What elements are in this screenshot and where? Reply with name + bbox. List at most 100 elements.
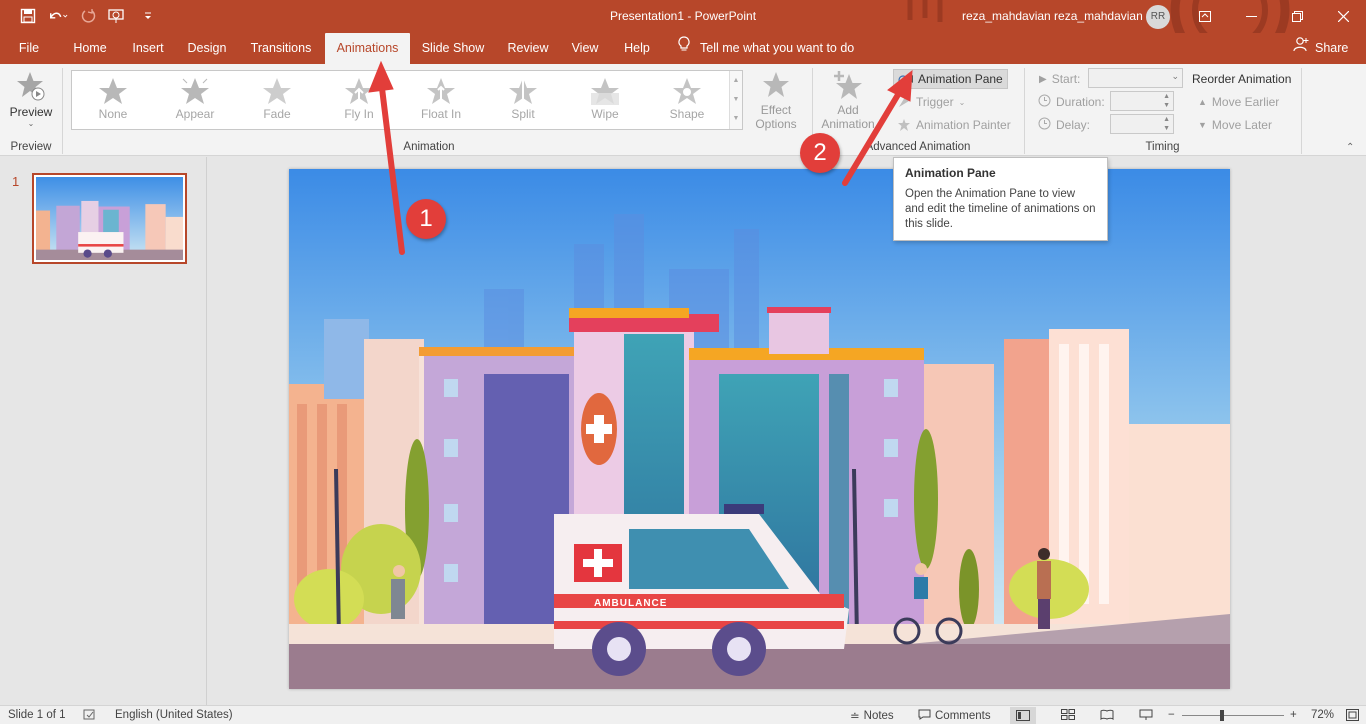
tab-file[interactable]: File (10, 33, 48, 64)
animation-appear[interactable]: Appear (155, 75, 235, 127)
animation-split[interactable]: Split (483, 75, 563, 127)
animation-fly-in[interactable]: Fly In (319, 75, 399, 127)
star-split-icon (483, 75, 563, 107)
tab-transitions[interactable]: Transitions (244, 33, 318, 64)
trigger-label: Trigger (916, 95, 954, 109)
tab-slide-show[interactable]: Slide Show (418, 33, 488, 64)
reading-view-icon[interactable] (1100, 709, 1114, 720)
tell-me-search[interactable]: Tell me what you want to do (678, 33, 854, 64)
gallery-scrollbar[interactable]: ▲ ▼ ▼ (729, 71, 742, 129)
animation-fade[interactable]: Fade (237, 75, 317, 127)
ribbon-tab-bar: File Home Insert Design Transitions Anim… (0, 33, 1366, 64)
animation-pane-icon (898, 75, 913, 85)
restore-icon[interactable] (1274, 0, 1320, 33)
duration-spinner[interactable]: ▲ ▼ (1110, 91, 1174, 111)
star-fade-icon (237, 75, 317, 107)
animation-wipe-label: Wipe (591, 107, 619, 121)
play-icon: ▶ (1039, 73, 1047, 85)
annotation-badge-1: 1 (406, 199, 446, 239)
collapse-ribbon-icon[interactable]: ⌃ (1346, 142, 1354, 153)
tab-animations[interactable]: Animations (325, 33, 410, 64)
effect-options-button[interactable]: Effect Options (747, 70, 805, 131)
scroll-down-icon[interactable]: ▼ (730, 90, 742, 109)
title-bar: Presentation1 - PowerPoint reza_mahdavia… (0, 0, 1366, 64)
language-indicator[interactable]: English (United States) (115, 709, 233, 721)
star-burst-icon (155, 75, 235, 107)
tab-design[interactable]: Design (180, 33, 234, 64)
move-earlier-button[interactable]: ▲ Move Earlier (1198, 92, 1279, 112)
avatar[interactable]: RR (1146, 5, 1170, 29)
comments-button[interactable]: Comments (918, 709, 991, 723)
zoom-slider[interactable] (1182, 715, 1284, 716)
group-label-timing: Timing (1145, 141, 1180, 153)
effect-options-label-1: Effect (760, 103, 792, 117)
fit-slide-icon[interactable] (1346, 709, 1359, 721)
group-label-animation: Animation (403, 141, 455, 153)
zoom-slider-thumb[interactable] (1220, 710, 1224, 721)
tab-home[interactable]: Home (64, 33, 116, 64)
trigger-icon (899, 97, 909, 107)
spinner-arrows-icon[interactable]: ▲ ▼ (1163, 92, 1170, 110)
effect-options-icon (763, 72, 789, 97)
close-icon[interactable] (1320, 0, 1366, 33)
animation-painter-button[interactable]: Animation Painter (897, 115, 1011, 135)
animation-fade-label: Fade (263, 107, 291, 121)
gallery-more-icon[interactable]: ▼ (730, 109, 742, 128)
ribbon-display-options-icon[interactable] (1182, 0, 1228, 33)
animation-shape-label: Shape (669, 107, 705, 121)
normal-view-icon[interactable] (1010, 707, 1036, 724)
slide-thumbnail[interactable] (32, 173, 187, 264)
share-label: Share (1315, 41, 1349, 55)
move-later-button[interactable]: ▼ Move Later (1198, 115, 1272, 135)
trigger-button[interactable]: Trigger ⌄ (897, 92, 965, 112)
person-add-icon (1293, 33, 1309, 64)
clock-icon (1038, 94, 1051, 110)
duration-label: Duration: (1056, 95, 1105, 109)
comments-label: Comments (935, 710, 991, 722)
slide-show-icon[interactable] (1139, 709, 1153, 721)
tab-help[interactable]: Help (616, 33, 658, 64)
animation-shape[interactable]: Shape (647, 75, 727, 127)
divider (62, 68, 63, 154)
animation-none[interactable]: None (73, 75, 153, 127)
notes-label: Notes (863, 710, 894, 722)
tab-view[interactable]: View (564, 33, 606, 64)
spell-check-icon[interactable] (83, 709, 97, 721)
zoom-in-button[interactable]: + (1290, 709, 1297, 721)
group-label-advanced: Advanced Animation (865, 141, 971, 153)
animation-float-in[interactable]: Float In (401, 75, 481, 127)
preview-button[interactable]: Preview ⌄ (6, 70, 56, 128)
scroll-up-icon[interactable]: ▲ (730, 71, 742, 90)
tab-review[interactable]: Review (502, 33, 554, 64)
slide-count: Slide 1 of 1 (8, 709, 66, 721)
chevron-down-icon: ⌄ (1171, 71, 1179, 81)
add-animation-button[interactable]: Add Animation (818, 70, 878, 131)
star-fly-in-icon (319, 75, 399, 107)
animation-split-label: Split (511, 107, 535, 121)
delay-spinner[interactable]: ▲ ▼ (1110, 114, 1174, 134)
animation-pane-label: Animation Pane (918, 72, 1003, 86)
duration-row: Duration: (1038, 92, 1105, 112)
zoom-level[interactable]: 72% (1311, 709, 1334, 721)
share-button[interactable]: Share (1293, 33, 1348, 64)
zoom-out-button[interactable]: − (1168, 709, 1175, 721)
slide-sorter-icon[interactable] (1061, 709, 1075, 720)
animation-wipe[interactable]: Wipe (565, 75, 645, 127)
preview-dropdown-icon: ⌄ (27, 119, 35, 128)
slide-canvas[interactable]: AMBULANCE (289, 169, 1230, 689)
star-float-in-icon (401, 75, 481, 107)
add-animation-icon (834, 71, 862, 99)
lightbulb-icon (678, 33, 690, 64)
ambulance-text: AMBULANCE (594, 598, 667, 609)
tab-insert[interactable]: Insert (122, 33, 174, 64)
animation-pane-button[interactable]: Animation Pane (893, 69, 1008, 89)
star-icon (73, 75, 153, 107)
tell-me-label: Tell me what you want to do (700, 41, 855, 55)
spinner-arrows-icon[interactable]: ▲ ▼ (1163, 115, 1170, 133)
comment-icon (918, 709, 931, 723)
animation-pane-tooltip: Animation Pane Open the Animation Pane t… (893, 157, 1108, 241)
user-name[interactable]: reza_mahdavian reza_mahdavian (962, 9, 1143, 23)
start-select[interactable]: ⌄ (1088, 68, 1183, 88)
notes-button[interactable]: ≐ Notes (850, 709, 894, 723)
minimize-icon[interactable] (1228, 0, 1274, 33)
